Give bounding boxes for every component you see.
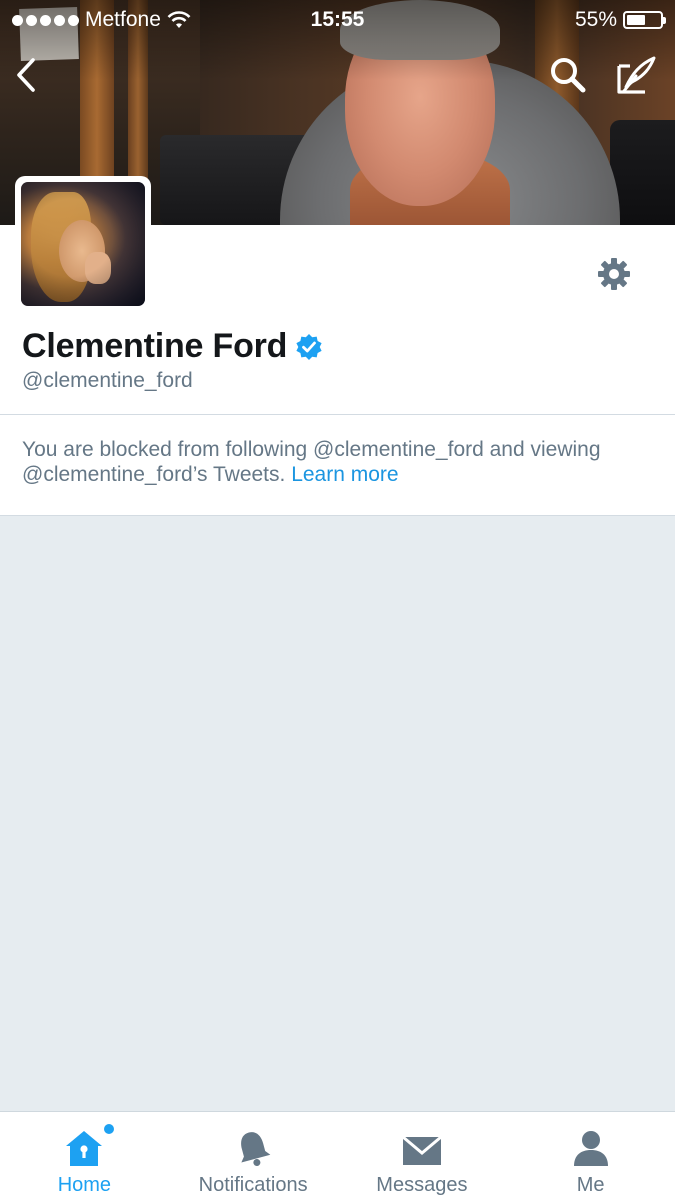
gear-icon: [598, 258, 630, 290]
tab-notifications[interactable]: Notifications: [169, 1112, 338, 1200]
status-bar: Metfone 15:55 55%: [0, 0, 675, 40]
settings-button[interactable]: [592, 252, 636, 296]
compose-tweet-icon: [617, 56, 656, 94]
home-icon: [66, 1131, 103, 1166]
tab-notifications-label: Notifications: [198, 1174, 308, 1196]
profile-display-name: Clementine Ford: [22, 327, 323, 366]
back-button[interactable]: [6, 52, 46, 98]
envelope-icon: [401, 1135, 442, 1165]
tab-home-label: Home: [57, 1174, 112, 1196]
new-content-dot: [104, 1124, 114, 1134]
display-name-text: Clementine Ford: [22, 327, 288, 365]
chevron-left-icon: [17, 58, 35, 92]
tab-bar: Home Notifications Messages Me: [0, 1111, 675, 1200]
tab-messages[interactable]: Messages: [338, 1112, 507, 1200]
tab-me[interactable]: Me: [506, 1112, 675, 1200]
blocked-notice: You are blocked from following @clementi…: [0, 415, 675, 516]
avatar-image: [21, 182, 145, 306]
search-icon: [551, 58, 586, 93]
tab-messages-label: Messages: [376, 1174, 468, 1196]
battery-icon: [623, 11, 666, 29]
battery-indicator: 55%: [574, 8, 666, 32]
battery-percent: 55%: [574, 8, 617, 31]
blocked-notice-line2: @clementine_ford’s Tweets. Learn more: [22, 462, 653, 487]
tab-me-label: Me: [576, 1174, 605, 1196]
search-button[interactable]: [545, 52, 591, 98]
bell-icon: [241, 1132, 271, 1166]
profile-handle: @clementine_ford: [22, 369, 193, 392]
blocked-notice-line1: You are blocked from following @clementi…: [22, 438, 601, 461]
clock: 15:55: [310, 8, 365, 31]
blocked-notice-text: @clementine_ford’s Tweets.: [22, 463, 286, 486]
learn-more-link[interactable]: Learn more: [291, 463, 398, 486]
person-icon: [573, 1131, 608, 1166]
verified-badge-icon: [296, 333, 322, 360]
tab-home[interactable]: Home: [0, 1112, 169, 1200]
compose-tweet-button[interactable]: [610, 50, 662, 100]
avatar[interactable]: [15, 176, 151, 312]
